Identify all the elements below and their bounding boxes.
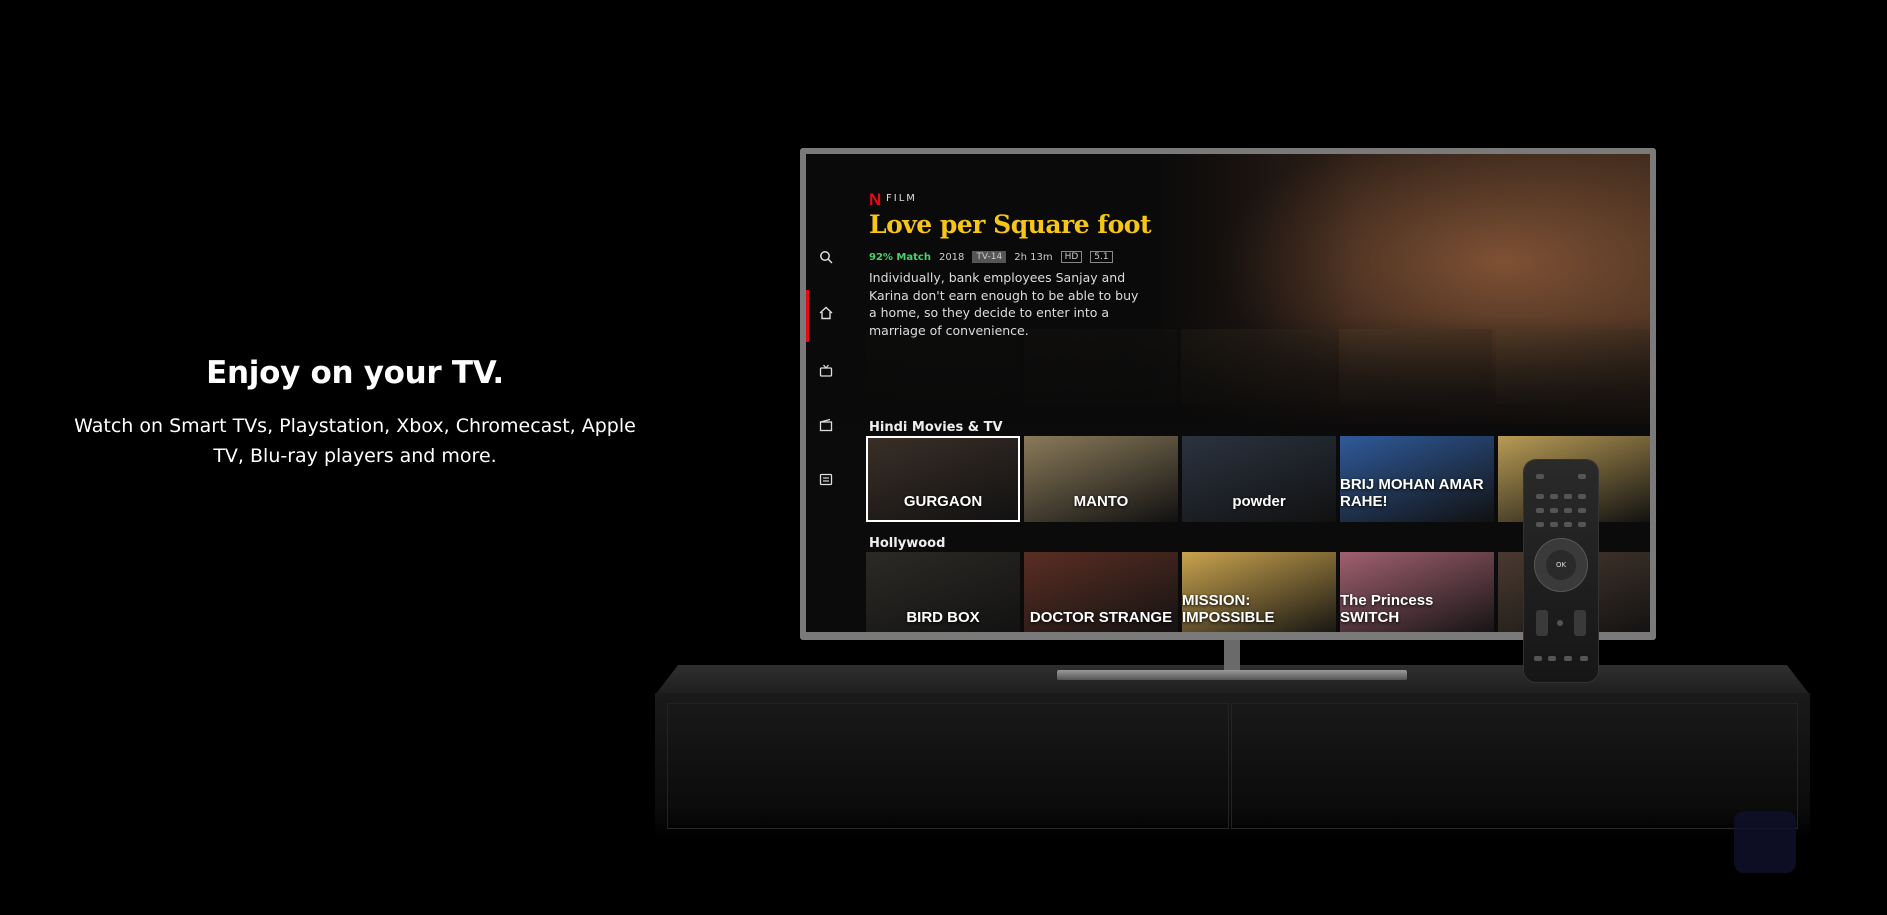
remote-button [1564, 656, 1572, 661]
duration: 2h 13m [1014, 251, 1053, 263]
category-tag: FILM [886, 193, 917, 204]
tv-side-nav [806, 154, 846, 632]
remote-button [1548, 656, 1556, 661]
nav-active-indicator [806, 290, 809, 342]
stand-drawer-left [667, 703, 1229, 829]
hero-section: Enjoy on your TV. Watch on Smart TVs, Pl… [60, 355, 650, 471]
tile-title: GURGAON [903, 493, 983, 510]
remote-button [1536, 474, 1544, 479]
search-icon[interactable] [818, 250, 834, 266]
remote-button [1536, 508, 1544, 513]
featured-title: Love per Square foot [869, 210, 1152, 239]
hero-subtitle: Watch on Smart TVs, Playstation, Xbox, C… [74, 415, 636, 467]
remote-channel-rocker [1574, 610, 1586, 636]
tile-title: BIRD BOX [906, 609, 980, 626]
title-tile[interactable]: MANTO [1024, 436, 1178, 522]
tile-title: DOCTOR STRANGE [1029, 609, 1173, 626]
title-tile[interactable]: GURGAON [866, 436, 1020, 522]
tile-title: BRIJ MOHAN AMAR RAHE! [1340, 476, 1484, 510]
remote-button [1578, 474, 1586, 479]
remote-control: OK [1524, 460, 1598, 682]
remote-volume-rocker [1536, 610, 1548, 636]
hero-title: Enjoy on your TV. [206, 355, 504, 391]
remote-button [1580, 656, 1588, 661]
remote-button [1557, 620, 1563, 626]
title-tile[interactable]: BIRD BOX [866, 552, 1020, 632]
audio-badge: 5.1 [1090, 251, 1113, 263]
home-icon[interactable] [818, 306, 834, 322]
remote-button [1578, 494, 1586, 499]
remote-button [1564, 508, 1572, 513]
row-label: Hollywood [869, 536, 946, 551]
stand-body [655, 693, 1810, 838]
remote-button [1564, 494, 1572, 499]
tile-title: powder [1232, 493, 1286, 510]
remote-button [1578, 508, 1586, 513]
tv-neck [1224, 640, 1240, 670]
tv-base [1057, 670, 1407, 680]
movies-icon[interactable] [818, 418, 834, 434]
remote-button [1550, 494, 1558, 499]
title-tile[interactable]: DOCTOR STRANGE [1024, 552, 1178, 632]
remote-button [1536, 522, 1544, 527]
remote-button [1534, 656, 1542, 661]
featured-meta: 92% Match 2018 TV-14 2h 13m HD 5.1 [869, 251, 1113, 263]
remote-button [1550, 508, 1558, 513]
remote-button [1536, 494, 1544, 499]
my-list-icon[interactable] [818, 472, 834, 488]
maturity-rating: TV-14 [972, 251, 1007, 263]
remote-button [1550, 522, 1558, 527]
remote-button [1578, 522, 1586, 527]
release-year: 2018 [938, 251, 965, 263]
quality-badge: HD [1060, 251, 1083, 263]
featured-description: Individually, bank employees Sanjay and … [869, 270, 1139, 338]
stand-drawer-right [1231, 703, 1798, 829]
remote-button [1564, 522, 1572, 527]
tile-title: The Princess SWITCH [1340, 592, 1434, 626]
title-tile[interactable]: The Princess SWITCH [1340, 552, 1494, 632]
tile-title: MANTO [1073, 493, 1129, 510]
remote-ok-button: OK [1546, 550, 1576, 580]
title-tile[interactable]: powder [1182, 436, 1336, 522]
netflix-logo-icon: N [869, 190, 882, 209]
tv-stand [655, 665, 1810, 840]
tile-title: MISSION: IMPOSSIBLE [1182, 592, 1275, 626]
match-score: 92% Match [869, 251, 931, 263]
row-label: Hindi Movies & TV [869, 420, 1003, 435]
chat-widget-button[interactable] [1734, 811, 1796, 873]
title-tile[interactable]: BRIJ MOHAN AMAR RAHE! [1340, 436, 1494, 522]
tv-shows-icon[interactable] [818, 364, 834, 380]
title-tile[interactable]: MISSION: IMPOSSIBLE [1182, 552, 1336, 632]
